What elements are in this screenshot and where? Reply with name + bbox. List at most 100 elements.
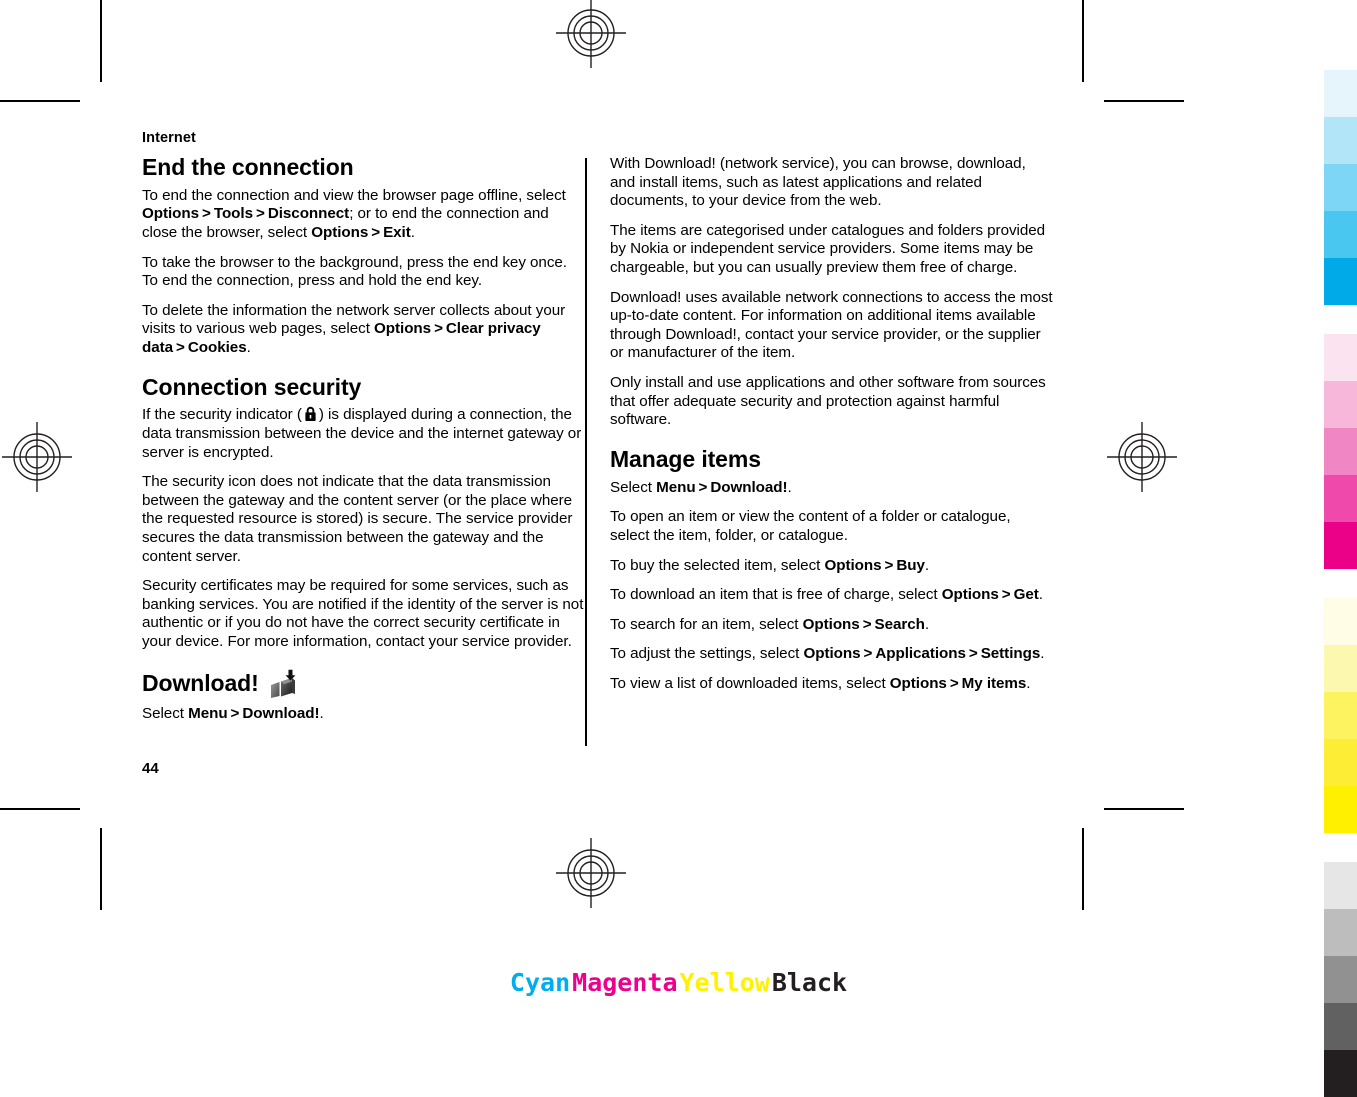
menu-term-download: Download! — [710, 478, 788, 496]
color-swatch-yellow-2 — [1324, 645, 1357, 692]
paragraph-install-warning: Only install and use applications and ot… — [610, 374, 1046, 429]
paragraph-download-menu-path: Select Menu > Download!. — [142, 705, 586, 724]
color-swatch-magenta-4 — [1324, 475, 1357, 522]
menu-term-options: Options — [802, 615, 860, 633]
running-head: Internet — [142, 130, 196, 146]
menu-term-search: Search — [874, 615, 925, 633]
color-swatch-yellow-1 — [1324, 598, 1357, 645]
separator-chevron: > — [176, 339, 185, 357]
heading-manage-items: Manage items — [610, 445, 761, 472]
menu-term-settings: Settings — [980, 645, 1041, 663]
color-swatch-cyan-2 — [1324, 117, 1357, 164]
menu-term-options: Options — [142, 205, 200, 223]
text-run: Select — [610, 478, 657, 496]
paragraph-network-connections: Download! uses available network connect… — [610, 288, 1053, 362]
text-run: To buy the selected item, select — [610, 556, 825, 574]
color-swatch-black-1 — [1324, 862, 1357, 909]
color-swatch-cyan-5 — [1324, 258, 1357, 305]
color-ramp-gap — [1324, 569, 1357, 598]
paragraph-catalogues: The items are categorised under catalogu… — [610, 221, 1046, 277]
paragraph-end-connection-1: To end the connection and view the brows… — [142, 187, 586, 243]
menu-term-tools: Tools — [213, 205, 253, 223]
paragraph-security-indicator: If the security indicator () is displaye… — [142, 406, 586, 462]
color-swatch-magenta-3 — [1324, 428, 1357, 475]
document-page: Internet End the connection To end the c… — [0, 0, 1200, 1001]
text-run: . — [787, 478, 792, 496]
text-run: . — [246, 339, 251, 357]
menu-term-buy: Buy — [896, 556, 925, 574]
text-run: . — [319, 704, 324, 722]
menu-term-options: Options — [889, 674, 947, 692]
color-swatch-black-5 — [1324, 1050, 1357, 1097]
heading-end-the-connection: End the connection — [142, 154, 354, 180]
menu-term-my-items: My items — [961, 674, 1027, 692]
text-run: To download an item that is free of char… — [610, 586, 942, 604]
text-run: . — [410, 223, 415, 241]
separation-label-black: Black — [771, 968, 848, 997]
text-run: If the security indicator ( — [142, 406, 302, 424]
text-run: To search for an item, select — [610, 615, 803, 633]
separator-chevron: > — [968, 645, 978, 663]
color-ramp-gap — [1324, 305, 1357, 334]
page-number: 44 — [142, 760, 159, 777]
paragraph-end-connection-2: To take the browser to the background, p… — [142, 253, 567, 290]
heading-download: Download! — [142, 669, 586, 699]
menu-term-exit: Exit — [383, 223, 411, 241]
color-ramp-gap — [1324, 833, 1357, 862]
separator-chevron: > — [434, 320, 443, 338]
paragraph-open-item: To open an item or view the content of a… — [610, 508, 1011, 544]
paragraph-get-item: To download an item that is free of char… — [610, 586, 1054, 605]
color-swatch-yellow-3 — [1324, 692, 1357, 739]
color-separation-labels: CyanMagentaYellowBlack — [0, 968, 1357, 997]
paragraph-security-icon-scope: The security icon does not indicate that… — [142, 473, 573, 565]
menu-term-options: Options — [311, 223, 369, 241]
menu-term-options: Options — [374, 320, 432, 338]
color-swatch-magenta-1 — [1324, 334, 1357, 381]
menu-term-download: Download! — [242, 704, 320, 722]
menu-term-menu: Menu — [656, 478, 696, 496]
paragraph-clear-privacy-data: To delete the information the network se… — [142, 302, 586, 358]
color-swatch-yellow-4 — [1324, 739, 1357, 786]
menu-term-get: Get — [1013, 586, 1039, 604]
paragraph-manage-menu-path: Select Menu > Download!. — [610, 479, 1054, 498]
menu-term-options: Options — [941, 586, 999, 604]
paragraph-download-intro: With Download! (network service), you ca… — [610, 155, 1026, 210]
menu-term-options: Options — [824, 556, 882, 574]
separator-chevron: > — [202, 205, 211, 223]
text-run: To end the connection and view the brows… — [142, 186, 566, 204]
paragraph-search-item: To search for an item, select Options > Se… — [610, 616, 1054, 635]
separator-chevron: > — [255, 205, 265, 223]
right-column: With Download! (network service), you ca… — [610, 155, 1054, 705]
text-run: Select — [142, 704, 189, 722]
color-swatch-cyan-4 — [1324, 211, 1357, 258]
menu-term-menu: Menu — [188, 704, 228, 722]
separator-chevron: > — [371, 223, 381, 241]
text-run: . — [924, 556, 930, 574]
menu-term-applications: Applications — [875, 645, 966, 663]
separator-chevron: > — [862, 615, 872, 633]
paragraph-adjust-settings: To adjust the settings, select Options > A… — [610, 645, 1054, 664]
text-run: . — [1026, 674, 1031, 692]
menu-term-disconnect: Disconnect — [267, 205, 350, 223]
separator-chevron: > — [230, 704, 240, 722]
separator-chevron: > — [884, 556, 894, 574]
color-swatch-black-4 — [1324, 1003, 1357, 1050]
color-calibration-bar — [1324, 70, 1357, 1097]
separator-chevron: > — [863, 645, 873, 663]
color-swatch-yellow-5 — [1324, 786, 1357, 833]
paragraph-security-certificates: Security certificates may be required fo… — [142, 577, 584, 651]
paragraph-my-items: To view a list of downloaded items, sele… — [610, 675, 1054, 694]
separator-chevron: > — [949, 674, 959, 692]
separator-chevron: > — [698, 478, 708, 496]
menu-term-options: Options — [803, 645, 861, 663]
color-swatch-cyan-3 — [1324, 164, 1357, 211]
color-swatch-cyan-1 — [1324, 70, 1357, 117]
menu-term-cookies: Cookies — [187, 339, 247, 357]
paragraph-buy-item: To buy the selected item, select Options… — [610, 557, 1054, 576]
text-run: . — [924, 615, 930, 633]
separation-label-yellow: Yellow — [679, 968, 770, 997]
text-run: . — [1038, 586, 1043, 604]
color-swatch-magenta-2 — [1324, 381, 1357, 428]
separation-label-magenta: Magenta — [572, 968, 678, 997]
left-column: End the connection To end the connection… — [142, 154, 586, 734]
